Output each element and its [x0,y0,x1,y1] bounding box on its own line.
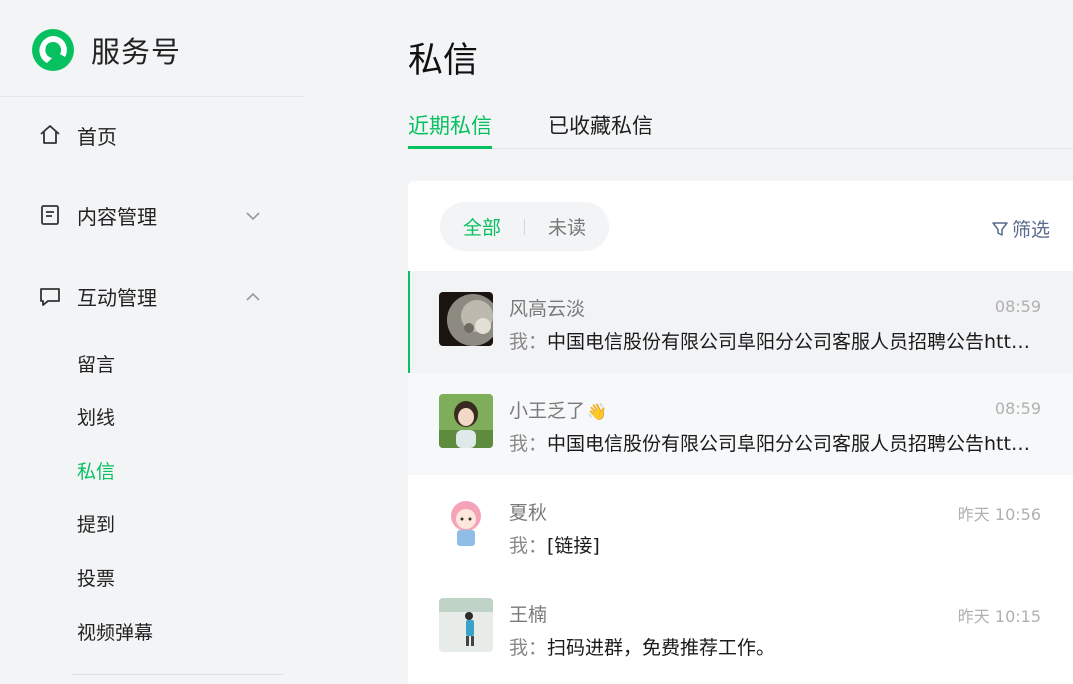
page-title: 私信 [408,41,479,81]
tab-favorited-messages[interactable]: 已收藏私信 [548,110,653,148]
message-preview: 我：[链接] [509,531,1039,558]
contact-name: 夏秋 [509,502,548,524]
sender-prefix: 我： [509,433,548,455]
sidebar-item-label: 首页 [77,124,117,149]
sidebar-item-label: 内容管理 [77,204,157,229]
contact-name: 王楠 [509,604,548,626]
main-content: 私信 近期私信 已收藏私信 全部 未读 筛选 风高云淡 08:59 我：中国电信… [305,0,1073,684]
message-time: 08:59 [994,297,1041,316]
message-preview: 我：中国电信股份有限公司阜阳分公司客服人员招聘公告http... [509,327,1039,354]
sidebar-subitem-votes[interactable]: 投票 [77,564,115,594]
read-filter-toggle: 全部 未读 [440,202,609,251]
message-item[interactable]: 小王乏了 👋 08:59 我：中国电信股份有限公司阜阳分公司客服人员招聘公告htt… [408,373,1073,475]
divider [72,674,283,675]
avatar [439,394,493,448]
filter-button[interactable]: 筛选 [991,215,1050,242]
message-panel: 全部 未读 筛选 风高云淡 08:59 我：中国电信股份有限公司阜阳分公司客服人… [408,181,1073,684]
contact-name: 小王乏了 👋 [509,396,607,423]
avatar [439,292,493,346]
sidebar: 服务号 首页 内容管理 互动管理 留言 划线 私信 提到 投票 视频弹幕 [0,0,305,684]
chat-bubble-icon [38,284,62,308]
brand[interactable]: 服务号 [31,26,181,74]
message-item[interactable]: 王楠 昨天 10:15 我：扫码进群，免费推荐工作。 [408,577,1073,679]
app-root: 服务号 首页 内容管理 互动管理 留言 划线 私信 提到 投票 视频弹幕 私信 … [0,0,1073,684]
waving-hand-icon: 👋 [587,402,607,421]
message-preview: 我：扫码进群，免费推荐工作。 [509,633,1039,660]
message-text: 中国电信股份有限公司阜阳分公司客服人员招聘公告http... [547,433,1039,455]
brand-name: 服务号 [91,35,182,69]
message-list: 风高云淡 08:59 我：中国电信股份有限公司阜阳分公司客服人员招聘公告http… [408,271,1073,679]
message-time: 昨天 10:15 [957,607,1041,626]
sidebar-subitem-highlights[interactable]: 划线 [77,403,115,433]
message-text: 扫码进群，免费推荐工作。 [547,637,776,659]
sidebar-subitem-video-danmaku[interactable]: 视频弹幕 [77,618,153,648]
sidebar-item-interaction-management[interactable]: 互动管理 [38,276,268,316]
message-item[interactable]: 风高云淡 08:59 我：中国电信股份有限公司阜阳分公司客服人员招聘公告http… [408,271,1073,373]
message-time: 08:59 [994,399,1041,418]
sender-prefix: 我： [509,331,548,353]
filter-all-button[interactable]: 全部 [440,213,524,240]
funnel-icon [992,221,1008,236]
message-item[interactable]: 夏秋 昨天 10:56 我：[链接] [408,475,1073,577]
filter-unread-button[interactable]: 未读 [525,213,609,240]
contact-name: 风高云淡 [509,298,586,320]
sidebar-item-home[interactable]: 首页 [38,115,268,155]
message-text: 中国电信股份有限公司阜阳分公司客服人员招聘公告http... [547,331,1039,353]
sidebar-subitem-private-messages[interactable]: 私信 [77,457,115,487]
chevron-up-icon[interactable] [244,288,262,306]
sender-prefix: 我： [509,637,548,659]
avatar [439,598,493,652]
message-preview: 我：中国电信股份有限公司阜阳分公司客服人员招聘公告http... [509,429,1039,456]
sidebar-subitem-comments[interactable]: 留言 [77,350,115,380]
tab-recent-messages[interactable]: 近期私信 [408,110,492,149]
document-icon [38,203,62,227]
sidebar-item-content-management[interactable]: 内容管理 [38,195,268,235]
sidebar-item-label: 互动管理 [77,285,157,310]
message-time: 昨天 10:56 [957,505,1041,524]
divider [0,96,305,97]
avatar [439,496,493,550]
sender-prefix: 我： [509,535,548,557]
message-text: [链接] [547,535,600,557]
filter-button-label: 筛选 [1011,219,1050,241]
sidebar-subitem-mentions[interactable]: 提到 [77,510,115,540]
home-icon [38,123,62,147]
chevron-down-icon[interactable] [244,207,262,225]
brand-logo-icon [32,29,74,71]
contact-name-text: 小王乏了 [509,400,586,422]
tab-bar: 近期私信 已收藏私信 [408,110,1073,149]
